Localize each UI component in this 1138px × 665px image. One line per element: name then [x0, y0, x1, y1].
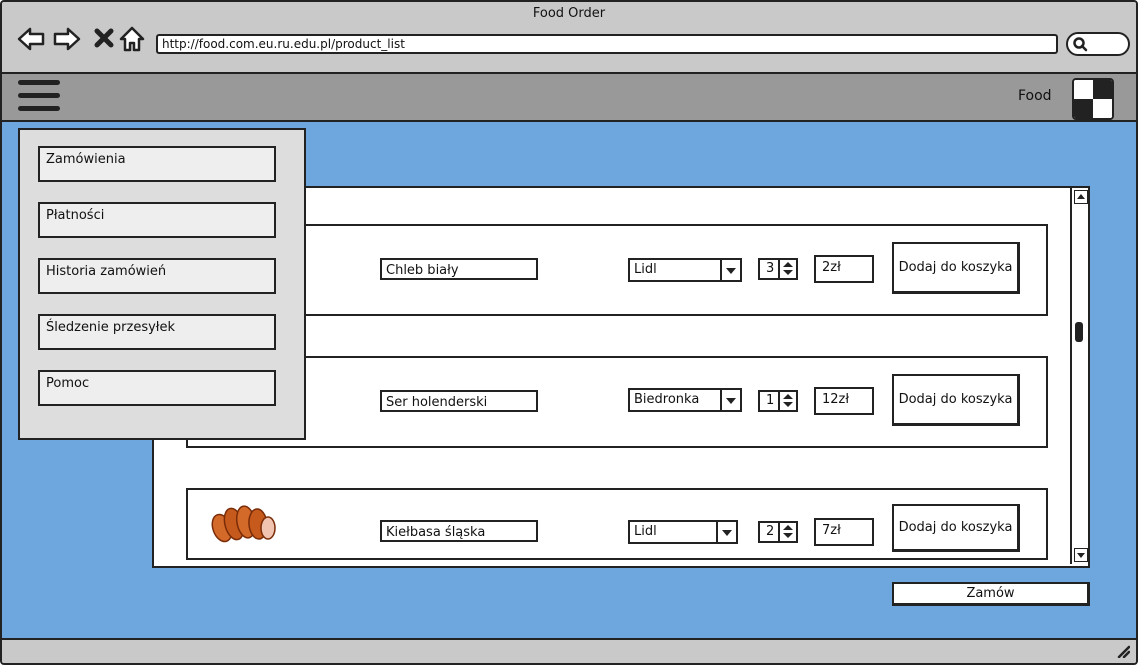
brand-label: Food [1018, 88, 1052, 104]
spinner-arrows-icon[interactable] [778, 392, 796, 410]
status-bar [2, 638, 1136, 663]
shop-select-value: Lidl [634, 524, 657, 539]
product-name-field[interactable]: Chleb biały [380, 258, 538, 280]
chevron-down-icon[interactable] [720, 390, 740, 410]
scroll-up-arrow-icon[interactable] [1074, 190, 1088, 204]
side-menu: Zamówienia Płatności Historia zamówień Ś… [18, 128, 306, 440]
chevron-down-icon[interactable] [720, 260, 740, 280]
menu-item-help[interactable]: Pomoc [38, 370, 276, 406]
sausage-image [211, 505, 276, 543]
quantity-stepper[interactable]: 3 [758, 258, 798, 280]
logo-icon [1072, 78, 1114, 120]
spinner-arrows-icon[interactable] [778, 523, 796, 541]
forward-arrow-icon[interactable] [52, 24, 82, 54]
stop-x-icon[interactable] [90, 24, 120, 54]
order-button[interactable]: Zamów [892, 582, 1090, 606]
back-arrow-icon[interactable] [16, 24, 46, 54]
menu-item-payments[interactable]: Płatności [38, 202, 276, 238]
scroll-down-arrow-icon[interactable] [1074, 548, 1088, 562]
product-card: Chleb biały Lidl 3 2zł Dodaj do koszyka [186, 224, 1048, 316]
hamburger-menu-icon[interactable] [18, 80, 62, 116]
product-name-field[interactable]: Kiełbasa śląska [380, 520, 538, 542]
shop-select[interactable]: Lidl [628, 258, 742, 282]
home-icon[interactable] [117, 24, 147, 54]
quantity-value: 1 [766, 393, 775, 408]
search-icon [1073, 37, 1088, 52]
scrollbar-thumb[interactable] [1075, 322, 1083, 342]
product-card: Ser holenderski Biedronka 1 12zł Dodaj d… [186, 356, 1048, 448]
spinner-arrows-icon[interactable] [778, 260, 796, 278]
browser-window: Food Order http://food.com.eu.ru.edu.pl/… [0, 0, 1138, 665]
title-bar: Food Order http://food.com.eu.ru.edu.pl/… [2, 2, 1136, 74]
url-field[interactable]: http://food.com.eu.ru.edu.pl/product_lis… [156, 34, 1058, 54]
menu-item-orders[interactable]: Zamówienia [38, 146, 276, 182]
resize-grip-icon[interactable] [1116, 644, 1130, 658]
shop-select-value: Lidl [634, 262, 657, 277]
add-to-cart-button[interactable]: Dodaj do koszyka [892, 374, 1020, 426]
quantity-value: 3 [766, 261, 775, 276]
vertical-scrollbar[interactable] [1070, 188, 1088, 564]
quantity-value: 2 [766, 524, 775, 539]
price-field: 7zł [814, 518, 874, 546]
shop-select-value: Biedronka [634, 392, 700, 407]
price-field: 12zł [814, 387, 874, 415]
chevron-down-icon[interactable] [716, 522, 736, 542]
menu-item-order-history[interactable]: Historia zamówień [38, 258, 276, 294]
quantity-stepper[interactable]: 1 [758, 390, 798, 412]
search-field[interactable] [1066, 32, 1130, 56]
product-card: Kiełbasa śląska Lidl 2 7zł Dodaj do kosz… [186, 488, 1048, 560]
shop-select[interactable]: Lidl [628, 520, 738, 544]
quantity-stepper[interactable]: 2 [758, 521, 798, 543]
window-title: Food Order [532, 6, 606, 21]
product-name-field[interactable]: Ser holenderski [380, 390, 538, 412]
shop-select[interactable]: Biedronka [628, 388, 742, 412]
add-to-cart-button[interactable]: Dodaj do koszyka [892, 504, 1020, 552]
add-to-cart-button[interactable]: Dodaj do koszyka [892, 242, 1020, 294]
app-header [2, 74, 1136, 122]
menu-item-shipment-tracking[interactable]: Śledzenie przesyłek [38, 314, 276, 350]
price-field: 2zł [814, 255, 874, 283]
